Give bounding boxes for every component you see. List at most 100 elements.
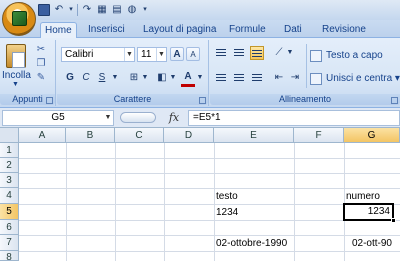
font-name-value: Calibri <box>65 49 94 60</box>
orientation-icon[interactable]: ⟋ <box>272 46 286 60</box>
fill-color-dropdown-icon[interactable]: ▼ <box>169 71 177 85</box>
redo-icon[interactable]: ↷ <box>81 4 93 16</box>
column-header-f[interactable]: F <box>294 128 344 143</box>
tab-insert[interactable]: Inserisci <box>84 22 129 38</box>
qat-grid-icon[interactable]: ▦ <box>96 4 108 16</box>
decrease-indent-icon[interactable]: ⇤ <box>272 71 286 85</box>
align-left-icon[interactable] <box>214 71 228 85</box>
row-header-2[interactable]: 2 <box>0 158 19 173</box>
row-header-3[interactable]: 3 <box>0 173 19 188</box>
copy-icon[interactable]: ❐ <box>35 58 47 70</box>
gridline <box>19 158 400 159</box>
font-launcher-icon[interactable] <box>199 97 206 104</box>
align-right-icon[interactable] <box>250 71 264 85</box>
tab-home[interactable]: Home <box>40 22 77 39</box>
gridline <box>294 143 295 261</box>
cell-e5[interactable]: 1234 <box>214 205 294 220</box>
qat-circle-icon[interactable]: ◍ <box>126 4 138 16</box>
paste-button[interactable]: Incolla <box>2 70 31 81</box>
gridline <box>164 143 165 261</box>
underline-button[interactable]: S <box>95 71 109 85</box>
column-header-g[interactable]: G <box>344 128 400 143</box>
row-header-7[interactable]: 7 <box>0 235 19 251</box>
format-painter-icon[interactable]: ✎ <box>35 72 47 84</box>
quick-access-toolbar: ↶ ▾ ↷ ▦ ▤ ◍ ▾ <box>38 3 149 17</box>
row-header-6[interactable]: 6 <box>0 220 19 235</box>
bold-button[interactable]: G <box>63 71 77 85</box>
wrap-text-button[interactable]: Testo a capo <box>310 49 383 63</box>
office-button[interactable] <box>2 2 36 36</box>
column-header-a[interactable]: A <box>19 128 66 143</box>
toolbar-separator <box>77 4 78 16</box>
merge-dropdown-icon[interactable]: ▾ <box>395 73 400 84</box>
column-header-c[interactable]: C <box>115 128 164 143</box>
cut-icon[interactable]: ✂ <box>35 44 47 56</box>
alignment-launcher-icon[interactable] <box>391 97 398 104</box>
insert-function-button[interactable]: fx <box>163 109 185 127</box>
align-center-icon[interactable] <box>232 71 246 85</box>
name-box-resize-handle[interactable] <box>120 112 156 123</box>
tab-review[interactable]: Revisione <box>318 22 370 38</box>
alignment-group: ⟋ ▼ ⇤ ⇥ Testo a capo Unisci e centra ▾ A… <box>210 40 400 106</box>
italic-button[interactable]: C <box>79 71 93 85</box>
font-color-dropdown-icon[interactable]: ▼ <box>196 71 204 85</box>
paste-dropdown-icon[interactable]: ▼ <box>12 81 19 88</box>
active-cell-g5[interactable]: 1234 <box>343 203 394 221</box>
undo-icon[interactable]: ↶ <box>53 4 65 16</box>
undo-dropdown-icon[interactable]: ▾ <box>68 4 74 16</box>
fill-color-icon[interactable]: ◧ <box>155 71 169 85</box>
cell-g7[interactable]: 02-ott-90 <box>344 236 394 251</box>
merge-center-label: Unisci e centra <box>326 73 393 84</box>
align-middle-icon[interactable] <box>232 46 246 60</box>
select-all-button[interactable] <box>0 128 19 143</box>
chevron-down-icon[interactable]: ▼ <box>103 111 113 125</box>
chevron-down-icon[interactable]: ▼ <box>156 48 166 61</box>
wrap-text-icon <box>310 50 322 62</box>
tab-data[interactable]: Dati <box>280 22 306 38</box>
name-box[interactable]: G5 ▼ <box>2 110 114 126</box>
merge-center-button[interactable]: Unisci e centra ▾ <box>310 72 400 86</box>
cell-g4[interactable]: numero <box>344 189 400 204</box>
chevron-down-icon[interactable]: ▼ <box>124 48 134 61</box>
alignment-separator <box>306 44 307 88</box>
gridline <box>19 173 400 174</box>
gridline <box>19 251 400 252</box>
column-header-b[interactable]: B <box>66 128 115 143</box>
shrink-font-button[interactable]: A <box>186 47 200 61</box>
column-header-d[interactable]: D <box>164 128 214 143</box>
font-color-button[interactable]: A <box>181 70 195 84</box>
increase-indent-icon[interactable]: ⇥ <box>288 71 302 85</box>
formula-bar: G5 ▼ fx =E5*1 <box>0 108 400 128</box>
cell-e7[interactable]: 02-ottobre-1990 <box>214 236 294 251</box>
cell-e4[interactable]: testo <box>214 189 294 204</box>
column-header-e[interactable]: E <box>214 128 294 143</box>
borders-dropdown-icon[interactable]: ▼ <box>141 71 149 85</box>
orientation-dropdown-icon[interactable]: ▼ <box>286 46 294 60</box>
save-icon[interactable] <box>38 4 50 16</box>
font-color-swatch <box>181 84 195 87</box>
clipboard-group: Incolla ▼ ✂ ❐ ✎ Appunti <box>0 40 56 106</box>
formula-input[interactable]: =E5*1 <box>188 110 400 126</box>
borders-icon[interactable]: ⊞ <box>127 71 141 85</box>
ribbon-tabs: Home Inserisci Layout di pagina Formule … <box>0 20 400 39</box>
cell-g5: 1234 <box>367 206 390 217</box>
paste-icon[interactable] <box>6 44 26 68</box>
customize-toolbar-icon[interactable]: ▾ <box>141 4 149 16</box>
worksheet-grid[interactable]: A B C D E F G 1 2 3 4 5 6 7 8 testo nume… <box>0 128 400 261</box>
row-header-4[interactable]: 4 <box>0 188 19 204</box>
qat-chart-icon[interactable]: ▤ <box>111 4 123 16</box>
tab-page-layout[interactable]: Layout di pagina <box>139 22 220 38</box>
row-header-8[interactable]: 8 <box>0 251 19 261</box>
font-name-select[interactable]: Calibri ▼ <box>61 47 135 62</box>
gridline <box>19 235 400 236</box>
align-top-icon[interactable] <box>214 46 228 60</box>
row-header-1[interactable]: 1 <box>0 143 19 158</box>
row-header-5[interactable]: 5 <box>0 204 19 220</box>
fill-handle[interactable] <box>391 218 396 223</box>
grow-font-button[interactable]: A <box>170 47 184 61</box>
font-size-select[interactable]: 11 ▼ <box>137 47 167 62</box>
clipboard-launcher-icon[interactable] <box>46 97 53 104</box>
align-bottom-icon[interactable] <box>250 46 264 60</box>
underline-dropdown-icon[interactable]: ▼ <box>111 71 119 85</box>
tab-formulas[interactable]: Formule <box>225 22 270 38</box>
